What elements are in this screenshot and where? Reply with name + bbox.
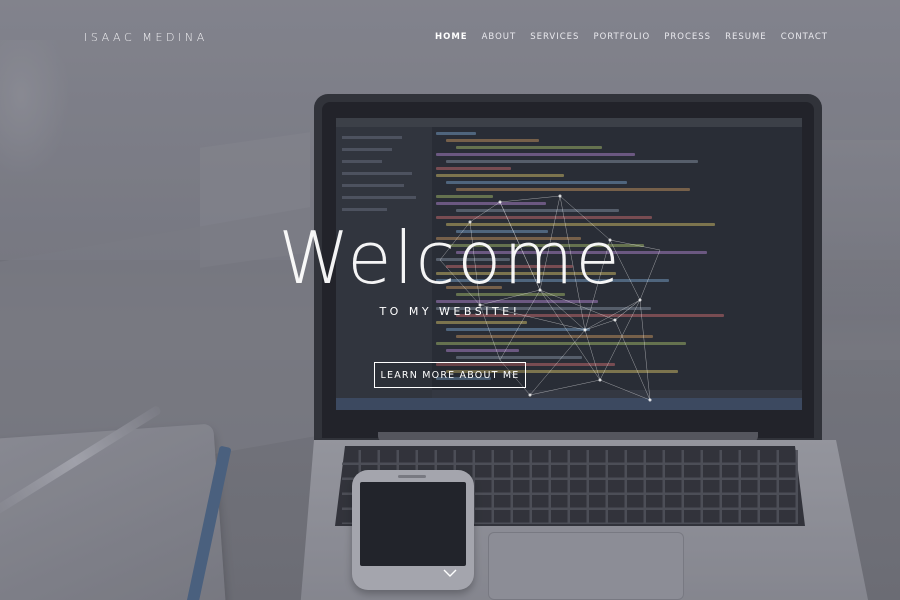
network-lines-decoration [439, 194, 661, 402]
site-logo[interactable]: ISAAC MEDINA [84, 31, 208, 44]
chevron-down-icon[interactable] [443, 566, 457, 580]
hero-subtitle: TO MY WEBSITE! [379, 305, 521, 318]
hero-title: Welcome [0, 216, 900, 300]
nav-item-process[interactable]: PROCESS [664, 32, 711, 42]
hero-title-text: Welcome [278, 216, 622, 300]
nav-item-portfolio[interactable]: PORTFOLIO [593, 32, 650, 42]
learn-more-button[interactable]: LEARN MORE ABOUT ME [374, 362, 526, 388]
nav-item-about[interactable]: ABOUT [482, 32, 517, 42]
nav-item-services[interactable]: SERVICES [530, 32, 579, 42]
hero-section: ISAAC MEDINA HOME ABOUT SERVICES PORTFOLIO P… [0, 0, 900, 600]
nav-item-contact[interactable]: CONTACT [781, 32, 828, 42]
nav-item-resume[interactable]: RESUME [725, 32, 767, 42]
main-nav: HOME ABOUT SERVICES PORTFOLIO PROCESS RESUME C… [421, 32, 828, 42]
nav-item-home[interactable]: HOME [435, 32, 468, 42]
